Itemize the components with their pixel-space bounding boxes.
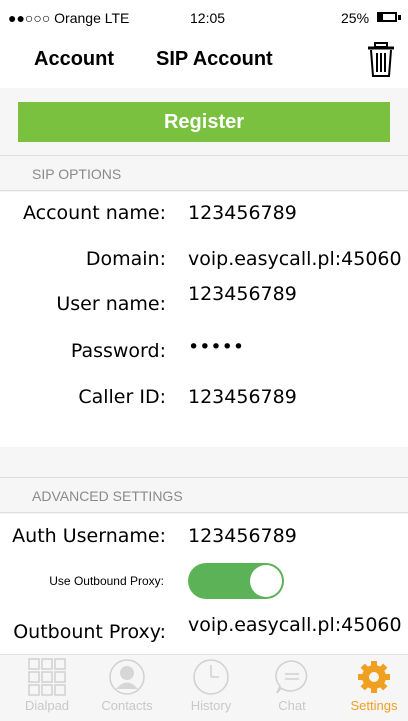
chat-icon [252, 656, 332, 698]
contacts-icon [87, 656, 167, 698]
caller-id-label: Caller ID: [78, 386, 166, 408]
tab-history[interactable]: History [171, 656, 251, 713]
tab-chat-label: Chat [278, 698, 306, 713]
tab-contacts[interactable]: Contacts [87, 656, 167, 713]
back-account-button[interactable]: Account [34, 48, 114, 71]
tab-history-label: History [190, 698, 232, 713]
account-name-label: Account name: [22, 202, 166, 224]
toggle-knob [250, 565, 282, 597]
status-bar: ●●○○○ Orange LTE 12:05 25% [0, 0, 408, 40]
domain-field[interactable]: voip.easycall.pl:45060 [188, 248, 402, 270]
outbound-proxy-field[interactable]: voip.easycall.pl:45060 [188, 614, 402, 636]
tab-settings[interactable]: Settings [334, 656, 408, 713]
password-field[interactable]: ••••• [188, 336, 244, 358]
battery-nub [398, 15, 401, 20]
user-name-label: User name: [56, 293, 166, 315]
page-title: SIP Account [156, 48, 273, 70]
sip-options-panel [0, 192, 408, 447]
sip-options-header: SIP OPTIONS [0, 155, 408, 191]
domain-label: Domain: [85, 248, 166, 270]
carrier-label: ●●○○○ Orange LTE [8, 10, 130, 26]
advanced-settings-header: ADVANCED SETTINGS [0, 477, 408, 513]
auth-username-label: Auth Username: [12, 525, 166, 547]
battery-percent: 25% [341, 10, 370, 26]
account-name-field[interactable]: 123456789 [188, 202, 297, 224]
register-button[interactable]: Register [18, 102, 390, 142]
tab-contacts-label: Contacts [101, 698, 153, 713]
history-icon [171, 656, 251, 698]
tab-dialpad[interactable]: Dialpad [7, 656, 87, 713]
use-outbound-proxy-toggle[interactable] [188, 563, 284, 599]
tab-dialpad-label: Dialpad [24, 698, 70, 713]
caller-id-field[interactable]: 123456789 [188, 386, 297, 408]
password-label: Password: [70, 340, 166, 362]
battery-icon [377, 12, 397, 22]
settings-icon [334, 656, 408, 698]
trash-icon[interactable] [366, 42, 396, 78]
dialpad-icon [7, 656, 87, 698]
outbound-proxy-label: Outbount Proxy: [13, 621, 166, 643]
tab-settings-label: Settings [350, 698, 398, 713]
use-outbound-proxy-label: Use Outbound Proxy: [49, 574, 164, 588]
tab-chat[interactable]: Chat [252, 656, 332, 713]
user-name-field[interactable]: 123456789 [188, 283, 297, 305]
clock: 12:05 [190, 10, 226, 26]
auth-username-field[interactable]: 123456789 [188, 525, 297, 547]
